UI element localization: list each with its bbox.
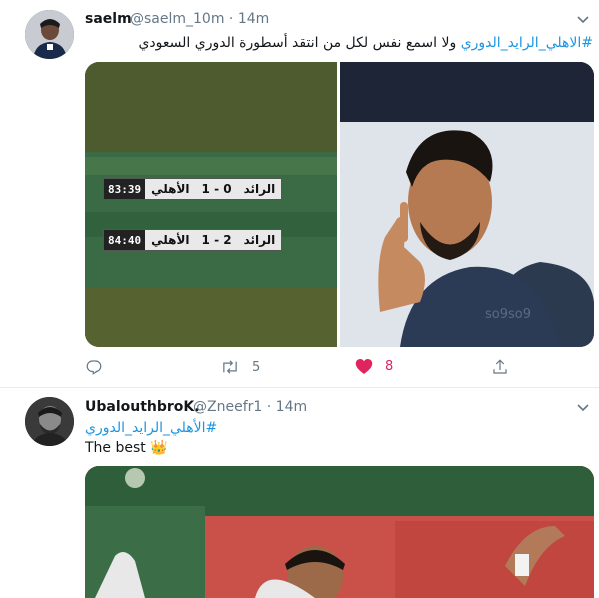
chevron-down-icon[interactable] xyxy=(576,12,590,26)
media-image-celebration[interactable] xyxy=(85,466,594,598)
retweet-button[interactable]: 5 xyxy=(220,358,260,376)
away-team: الرائد xyxy=(243,182,276,196)
separator-dot: · xyxy=(228,11,238,27)
reply-icon xyxy=(86,360,102,375)
retweet-count: 5 xyxy=(252,359,261,375)
tweet-body: The best 👑 xyxy=(85,440,168,456)
tweet[interactable]: saelm @saelm_10m · 14m #الاهلي_الرايد_ال… xyxy=(0,0,599,388)
match-score: 1 - 2 xyxy=(201,233,232,247)
chevron-down-icon[interactable] xyxy=(576,400,590,414)
match-clock: 84:40 xyxy=(104,230,146,250)
match-score: 1 - 0 xyxy=(201,182,232,196)
handle-text[interactable]: @Zneefr1 xyxy=(193,399,262,415)
user-handle[interactable]: @saelm_10m · 14m xyxy=(130,11,269,27)
match-clock: 83:39 xyxy=(104,179,146,199)
scoreboard-row: 83:39 الأهلي 1 - 0 الرائد xyxy=(103,178,283,200)
handle-text[interactable]: @saelm_10m xyxy=(130,11,224,27)
share-button[interactable] xyxy=(491,358,509,376)
timestamp[interactable]: 14m xyxy=(238,11,269,27)
watermark: so9so9 xyxy=(485,307,531,322)
home-team: الأهلي xyxy=(151,182,190,196)
share-icon xyxy=(493,359,507,374)
tweet-text: #الاهلي_الرايد_الدوري ولا اسمع نفس لكل م… xyxy=(138,35,593,51)
reply-button[interactable] xyxy=(85,358,103,376)
avatar[interactable] xyxy=(25,397,74,446)
heart-icon xyxy=(355,359,373,374)
tweet-text: #الأهلي_الرايد_الدوري xyxy=(85,420,217,436)
separator-dot: · xyxy=(266,399,276,415)
home-team: الأهلي xyxy=(151,233,190,247)
media-image-scoreboard[interactable]: 83:39 الأهلي 1 - 0 الرائد 84:40 الأهلي 1… xyxy=(85,62,337,347)
avatar[interactable] xyxy=(25,10,74,59)
retweet-icon xyxy=(223,360,237,374)
timestamp[interactable]: 14m xyxy=(276,399,307,415)
like-count: 8 xyxy=(385,359,394,374)
media-image-player[interactable]: so9so9 xyxy=(340,62,594,347)
user-name[interactable]: saelm xyxy=(85,11,132,27)
hashtag-link[interactable]: #الأهلي_الرايد_الدوري xyxy=(85,420,217,436)
away-team: الرائد xyxy=(243,233,276,247)
like-button[interactable]: 8 xyxy=(355,358,393,375)
tweet[interactable]: UbalouthbroK. @Zneefr1 · 14m #الأهلي_الر… xyxy=(0,388,599,598)
hashtag-link[interactable]: #الاهلي_الرايد_الدوري xyxy=(461,35,593,51)
tweet-body: ولا اسمع نفس لكل من انتقد أسطورة الدوري … xyxy=(138,35,457,51)
user-name[interactable]: UbalouthbroK. xyxy=(85,399,200,415)
scoreboard-row: 84:40 الأهلي 1 - 2 الرائد xyxy=(103,229,283,251)
user-handle[interactable]: @Zneefr1 · 14m xyxy=(193,399,307,415)
